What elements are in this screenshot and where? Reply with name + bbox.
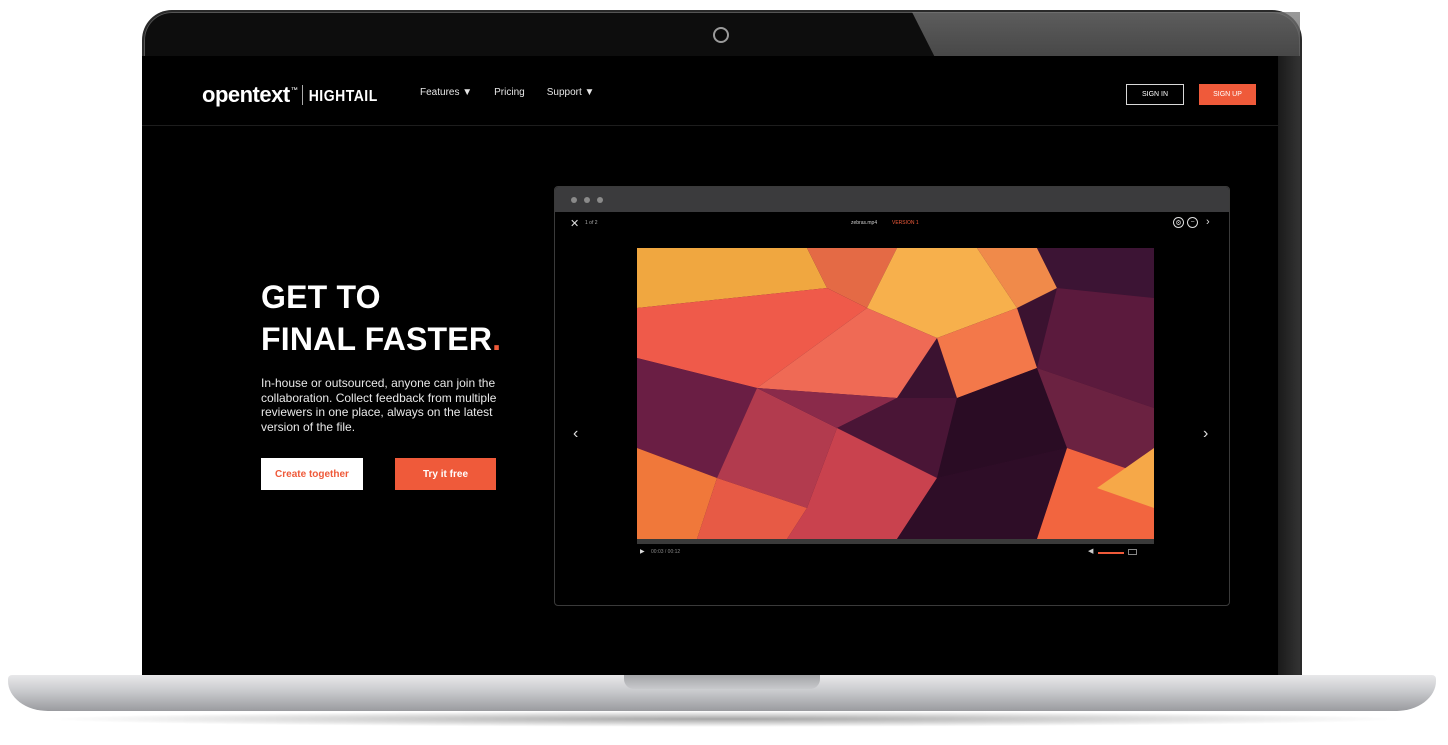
previous-arrow-icon[interactable]: ‹ xyxy=(573,425,578,443)
file-name: zebras.mp4 xyxy=(851,220,878,226)
minus-icon[interactable]: − xyxy=(1187,217,1198,228)
laptop-screen: opentext ™ HIGHTAIL Features ▼ Pricing S… xyxy=(142,56,1278,676)
logo-opentext: opentext xyxy=(202,82,290,107)
chevron-right-icon[interactable]: › xyxy=(1206,216,1210,228)
main-menu: Features ▼ Pricing Support ▼ xyxy=(420,87,594,98)
screen-bezel-edge xyxy=(1278,56,1300,676)
next-arrow-icon[interactable]: › xyxy=(1203,425,1208,443)
try-it-free-button[interactable]: Try it free xyxy=(395,458,496,490)
camera-icon xyxy=(713,27,729,43)
hero-title-line-2: FINAL FASTER. xyxy=(261,318,501,360)
logo-trademark: ™ xyxy=(290,86,298,94)
version-badge[interactable]: VERSION 1 xyxy=(892,220,919,226)
laptop-shadow xyxy=(40,711,1408,727)
logo-hightail: HIGHTAIL xyxy=(308,85,378,105)
window-titlebar xyxy=(555,187,1229,212)
menu-item-support[interactable]: Support ▼ xyxy=(547,87,595,98)
hero-title-text: FINAL FASTER xyxy=(261,321,493,357)
window-dot-icon xyxy=(597,197,603,203)
window-dot-icon xyxy=(584,197,590,203)
volume-icon[interactable]: ◀ xyxy=(1088,547,1093,555)
playback-time: 00:03 / 00:12 xyxy=(651,549,681,555)
hero-title: GET TO FINAL FASTER. xyxy=(261,276,501,360)
settings-icon[interactable]: ⚙ xyxy=(1173,217,1184,228)
fullscreen-icon[interactable] xyxy=(1128,549,1137,555)
screen-glare xyxy=(912,12,1300,58)
create-together-button[interactable]: Create together xyxy=(261,458,363,490)
laptop-base-notch xyxy=(624,675,820,689)
app-preview-window: ✕ 1 of 2 zebras.mp4 VERSION 1 ⚙ − › ‹ › … xyxy=(554,186,1230,606)
window-dot-icon xyxy=(571,197,577,203)
menu-item-pricing[interactable]: Pricing xyxy=(494,87,525,98)
brand-logo[interactable]: opentext ™ HIGHTAIL xyxy=(202,82,378,108)
top-navigation: opentext ™ HIGHTAIL Features ▼ Pricing S… xyxy=(142,56,1278,126)
abstract-polygon-image xyxy=(637,248,1154,539)
play-icon[interactable]: ▶ xyxy=(640,548,645,555)
hero-accent-dot: . xyxy=(492,321,502,357)
menu-item-features[interactable]: Features ▼ xyxy=(420,87,472,98)
sign-in-button[interactable]: SIGN IN xyxy=(1126,84,1184,105)
close-icon[interactable]: ✕ xyxy=(570,217,579,230)
page-counter: 1 of 2 xyxy=(585,220,598,226)
timeline-scrubber[interactable] xyxy=(637,539,1154,544)
sign-up-button[interactable]: SIGN UP xyxy=(1199,84,1256,105)
logo-divider xyxy=(301,85,303,105)
hero-description: In-house or outsourced, anyone can join … xyxy=(261,376,497,434)
viewer-toolbar: ✕ 1 of 2 zebras.mp4 VERSION 1 ⚙ − › xyxy=(555,215,1229,235)
hero-title-line-1: GET TO xyxy=(261,279,381,315)
media-preview[interactable] xyxy=(637,248,1154,539)
volume-slider[interactable] xyxy=(1098,552,1124,554)
player-controls: ▶ 00:03 / 00:12 ◀ xyxy=(637,547,1154,561)
